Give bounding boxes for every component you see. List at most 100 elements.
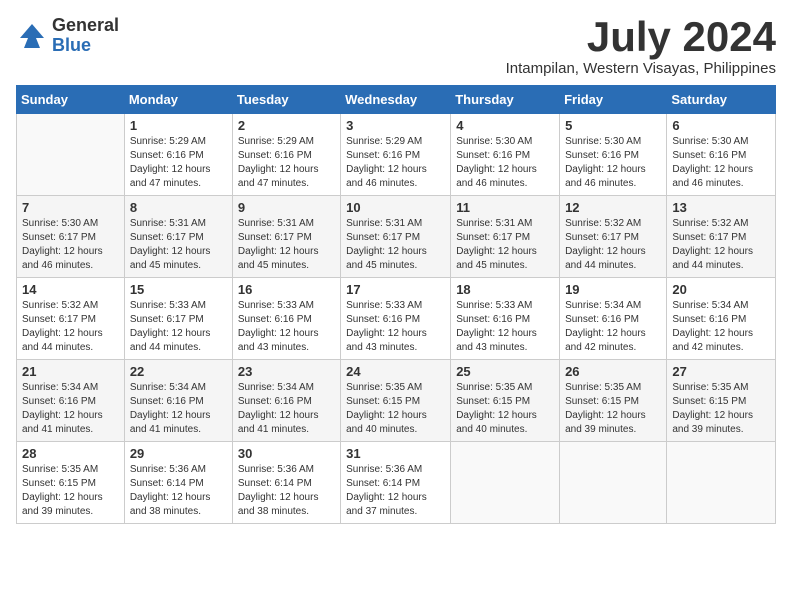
day-number: 31 (346, 446, 445, 461)
day-number: 25 (456, 364, 554, 379)
day-info: Sunrise: 5:29 AM Sunset: 6:16 PM Dayligh… (346, 135, 445, 191)
day-info: Sunrise: 5:31 AM Sunset: 6:17 PM Dayligh… (238, 217, 335, 273)
week-row-1: 1 Sunrise: 5:29 AM Sunset: 6:16 PM Daylig… (17, 114, 776, 196)
day-number: 19 (565, 282, 661, 297)
day-info: Sunrise: 5:29 AM Sunset: 6:16 PM Dayligh… (130, 135, 227, 191)
calendar-cell: 23 Sunrise: 5:34 AM Sunset: 6:16 PM Dayli… (232, 360, 340, 442)
calendar-cell: 17 Sunrise: 5:33 AM Sunset: 6:16 PM Dayli… (341, 278, 451, 360)
day-info: Sunrise: 5:35 AM Sunset: 6:15 PM Dayligh… (672, 381, 770, 437)
day-number: 1 (130, 118, 227, 133)
day-number: 23 (238, 364, 335, 379)
day-number: 22 (130, 364, 227, 379)
day-info: Sunrise: 5:33 AM Sunset: 6:16 PM Dayligh… (346, 299, 445, 355)
day-info: Sunrise: 5:36 AM Sunset: 6:14 PM Dayligh… (346, 463, 445, 519)
day-number: 18 (456, 282, 554, 297)
day-info: Sunrise: 5:36 AM Sunset: 6:14 PM Dayligh… (130, 463, 227, 519)
logo: General Blue (16, 16, 119, 56)
day-number: 9 (238, 200, 335, 215)
day-info: Sunrise: 5:34 AM Sunset: 6:16 PM Dayligh… (238, 381, 335, 437)
calendar-cell: 27 Sunrise: 5:35 AM Sunset: 6:15 PM Dayli… (667, 360, 776, 442)
day-info: Sunrise: 5:30 AM Sunset: 6:16 PM Dayligh… (456, 135, 554, 191)
calendar-cell: 11 Sunrise: 5:31 AM Sunset: 6:17 PM Dayli… (451, 196, 560, 278)
calendar-cell: 9 Sunrise: 5:31 AM Sunset: 6:17 PM Daylig… (232, 196, 340, 278)
day-info: Sunrise: 5:34 AM Sunset: 6:16 PM Dayligh… (672, 299, 770, 355)
header-saturday: Saturday (667, 86, 776, 114)
calendar-cell: 13Sunrise: 5:32 AM Sunset: 6:17 PM Dayli… (667, 196, 776, 278)
calendar-cell (560, 442, 667, 524)
calendar-cell: 24 Sunrise: 5:35 AM Sunset: 6:15 PM Dayli… (341, 360, 451, 442)
calendar-cell: 25 Sunrise: 5:35 AM Sunset: 6:15 PM Dayli… (451, 360, 560, 442)
logo-text: General Blue (52, 16, 119, 56)
day-info: Sunrise: 5:30 AM Sunset: 6:16 PM Dayligh… (672, 135, 770, 191)
day-info: Sunrise: 5:33 AM Sunset: 6:17 PM Dayligh… (130, 299, 227, 355)
day-number: 21 (22, 364, 119, 379)
day-number: 17 (346, 282, 445, 297)
calendar-cell: 14Sunrise: 5:32 AM Sunset: 6:17 PM Dayli… (17, 278, 125, 360)
calendar-cell: 22 Sunrise: 5:34 AM Sunset: 6:16 PM Dayli… (124, 360, 232, 442)
header-thursday: Thursday (451, 86, 560, 114)
calendar-cell: 8Sunrise: 5:31 AM Sunset: 6:17 PM Daylig… (124, 196, 232, 278)
day-number: 15 (130, 282, 227, 297)
day-number: 4 (456, 118, 554, 133)
day-number: 16 (238, 282, 335, 297)
day-number: 5 (565, 118, 661, 133)
day-info: Sunrise: 5:31 AM Sunset: 6:17 PM Dayligh… (346, 217, 445, 273)
day-number: 27 (672, 364, 770, 379)
day-info: Sunrise: 5:35 AM Sunset: 6:15 PM Dayligh… (456, 381, 554, 437)
calendar-table: SundayMondayTuesdayWednesdayThursdayFrid… (16, 85, 776, 524)
calendar-cell (17, 114, 125, 196)
day-info: Sunrise: 5:34 AM Sunset: 6:16 PM Dayligh… (22, 381, 119, 437)
header-wednesday: Wednesday (341, 86, 451, 114)
day-info: Sunrise: 5:33 AM Sunset: 6:16 PM Dayligh… (456, 299, 554, 355)
calendar-cell: 20 Sunrise: 5:34 AM Sunset: 6:16 PM Dayli… (667, 278, 776, 360)
calendar-cell: 7 Sunrise: 5:30 AM Sunset: 6:17 PM Daylig… (17, 196, 125, 278)
calendar-cell: 15 Sunrise: 5:33 AM Sunset: 6:17 PM Dayli… (124, 278, 232, 360)
day-number: 11 (456, 200, 554, 215)
calendar-cell: 21 Sunrise: 5:34 AM Sunset: 6:16 PM Dayli… (17, 360, 125, 442)
calendar-cell: 29Sunrise: 5:36 AM Sunset: 6:14 PM Dayli… (124, 442, 232, 524)
day-info: Sunrise: 5:33 AM Sunset: 6:16 PM Dayligh… (238, 299, 335, 355)
calendar-cell: 6 Sunrise: 5:30 AM Sunset: 6:16 PM Daylig… (667, 114, 776, 196)
location-title: Intampilan, Western Visayas, Philippines (506, 60, 776, 77)
calendar-cell: 5 Sunrise: 5:30 AM Sunset: 6:16 PM Daylig… (560, 114, 667, 196)
header-friday: Friday (560, 86, 667, 114)
calendar-cell (667, 442, 776, 524)
calendar-cell: 31 Sunrise: 5:36 AM Sunset: 6:14 PM Dayli… (341, 442, 451, 524)
day-number: 12 (565, 200, 661, 215)
day-number: 24 (346, 364, 445, 379)
calendar-cell: 30Sunrise: 5:36 AM Sunset: 6:14 PM Dayli… (232, 442, 340, 524)
week-row-3: 14Sunrise: 5:32 AM Sunset: 6:17 PM Dayli… (17, 278, 776, 360)
logo-general: General (52, 16, 119, 36)
month-title: July 2024 (506, 16, 776, 58)
logo-blue: Blue (52, 36, 119, 56)
day-number: 2 (238, 118, 335, 133)
day-info: Sunrise: 5:30 AM Sunset: 6:16 PM Dayligh… (565, 135, 661, 191)
day-info: Sunrise: 5:29 AM Sunset: 6:16 PM Dayligh… (238, 135, 335, 191)
day-info: Sunrise: 5:35 AM Sunset: 6:15 PM Dayligh… (346, 381, 445, 437)
day-number: 26 (565, 364, 661, 379)
day-number: 28 (22, 446, 119, 461)
calendar-cell: 2 Sunrise: 5:29 AM Sunset: 6:16 PM Daylig… (232, 114, 340, 196)
calendar-cell: 12Sunrise: 5:32 AM Sunset: 6:17 PM Dayli… (560, 196, 667, 278)
day-info: Sunrise: 5:30 AM Sunset: 6:17 PM Dayligh… (22, 217, 119, 273)
day-info: Sunrise: 5:36 AM Sunset: 6:14 PM Dayligh… (238, 463, 335, 519)
day-number: 6 (672, 118, 770, 133)
calendar-cell: 16 Sunrise: 5:33 AM Sunset: 6:16 PM Dayli… (232, 278, 340, 360)
day-number: 13 (672, 200, 770, 215)
day-number: 3 (346, 118, 445, 133)
calendar-cell (451, 442, 560, 524)
day-number: 20 (672, 282, 770, 297)
day-number: 10 (346, 200, 445, 215)
calendar-cell: 3 Sunrise: 5:29 AM Sunset: 6:16 PM Daylig… (341, 114, 451, 196)
logo-icon (16, 20, 48, 52)
day-info: Sunrise: 5:31 AM Sunset: 6:17 PM Dayligh… (456, 217, 554, 273)
day-info: Sunrise: 5:34 AM Sunset: 6:16 PM Dayligh… (130, 381, 227, 437)
week-row-2: 7 Sunrise: 5:30 AM Sunset: 6:17 PM Daylig… (17, 196, 776, 278)
calendar-cell: 26 Sunrise: 5:35 AM Sunset: 6:15 PM Dayli… (560, 360, 667, 442)
page-header: General Blue July 2024 Intampilan, Weste… (16, 16, 776, 77)
calendar-cell: 4 Sunrise: 5:30 AM Sunset: 6:16 PM Daylig… (451, 114, 560, 196)
calendar-cell: 10 Sunrise: 5:31 AM Sunset: 6:17 PM Dayli… (341, 196, 451, 278)
day-info: Sunrise: 5:35 AM Sunset: 6:15 PM Dayligh… (565, 381, 661, 437)
day-number: 7 (22, 200, 119, 215)
day-number: 8 (130, 200, 227, 215)
